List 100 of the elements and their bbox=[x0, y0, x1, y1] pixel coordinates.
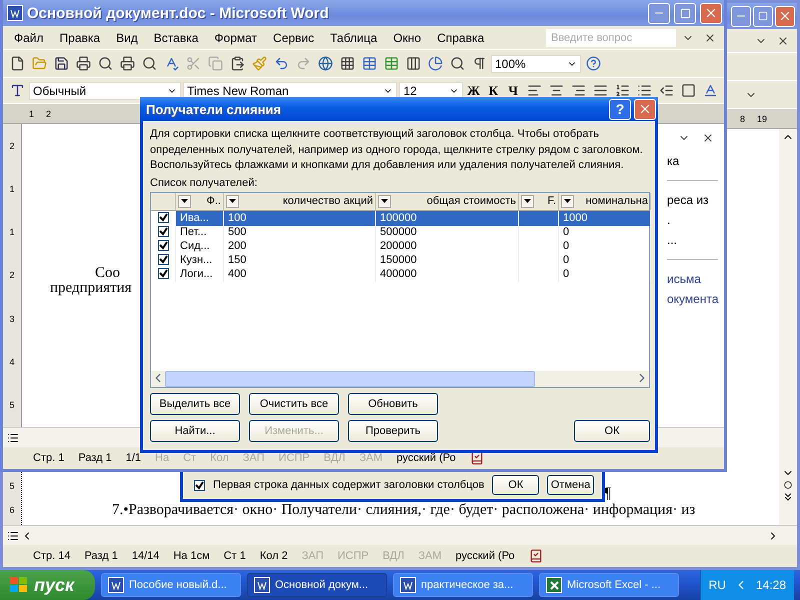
table-cell: 200000 bbox=[376, 238, 519, 254]
menu-item[interactable]: Вид bbox=[109, 28, 145, 46]
ruler-number: 2 bbox=[9, 140, 14, 151]
book-icon bbox=[470, 451, 484, 465]
recipient-row[interactable]: Сид... 200 200000 0 bbox=[151, 238, 649, 252]
column-header[interactable]: Ф.. bbox=[176, 192, 224, 210]
horizontal-scrollbar[interactable] bbox=[151, 370, 649, 386]
restore-button[interactable] bbox=[753, 6, 773, 26]
checkbox[interactable] bbox=[194, 480, 205, 490]
checkbox[interactable] bbox=[158, 226, 169, 236]
list-label: Список получателей: bbox=[150, 176, 258, 188]
document-icon bbox=[254, 577, 270, 593]
close-icon bbox=[778, 9, 792, 23]
dialog-button[interactable]: Найти... bbox=[150, 420, 240, 442]
dialog-button[interactable]: Проверить bbox=[348, 420, 438, 442]
dialog-button[interactable]: Выделить все bbox=[150, 392, 240, 414]
menu-item[interactable]: Сервис bbox=[266, 28, 322, 46]
task-link[interactable]: исьма bbox=[667, 272, 718, 286]
task-link[interactable]: окумента bbox=[667, 292, 718, 306]
minimize-button[interactable] bbox=[648, 2, 670, 24]
recipient-row[interactable]: Логи... 400 400000 0 bbox=[151, 266, 649, 280]
close-button[interactable] bbox=[700, 2, 722, 24]
menu-item[interactable]: Таблица bbox=[323, 28, 384, 46]
start-button[interactable]: пуск bbox=[0, 570, 95, 600]
ok-button[interactable]: ОК bbox=[574, 420, 650, 442]
format-button[interactable]: Ч bbox=[504, 80, 522, 100]
help-search-field[interactable]: Введите вопрос bbox=[546, 28, 676, 46]
clock: 14:28 bbox=[756, 578, 786, 592]
task-text: ка bbox=[667, 154, 680, 168]
column-header[interactable]: количество акций bbox=[224, 192, 376, 210]
checkbox[interactable] bbox=[158, 212, 169, 222]
taskbar-button[interactable]: Microsoft Excel - ... bbox=[539, 573, 679, 597]
table-cell: Логи... bbox=[176, 266, 224, 282]
status-text: русский (Ро bbox=[396, 452, 456, 464]
dialog-button[interactable]: ОК bbox=[492, 474, 540, 494]
minimize-button[interactable] bbox=[731, 6, 751, 26]
taskbar-button[interactable]: Основной докум... bbox=[247, 573, 387, 597]
dropdown-icon bbox=[178, 194, 191, 208]
table-cell: 150000 bbox=[376, 252, 519, 268]
recipient-row[interactable]: Кузн... 150 150000 0 bbox=[151, 252, 649, 266]
style-dropdown[interactable]: Обычный bbox=[29, 82, 182, 100]
recipient-row[interactable]: Пет... 500 500000 0 bbox=[151, 224, 649, 238]
menu-item[interactable]: Вставка bbox=[146, 28, 206, 46]
format-button[interactable]: Ж bbox=[464, 80, 482, 100]
taskbar-button[interactable]: практическое за... bbox=[393, 573, 533, 597]
table-cell bbox=[519, 210, 559, 226]
restore-icon bbox=[758, 11, 768, 21]
horizontal-scrollbar[interactable] bbox=[3, 525, 797, 545]
checkbox[interactable] bbox=[158, 268, 169, 278]
status-text: Стр. 14 bbox=[33, 550, 70, 562]
checkbox[interactable] bbox=[158, 240, 169, 250]
maximize-icon bbox=[680, 8, 690, 18]
double-arrow-icon bbox=[782, 491, 794, 503]
column-header[interactable]: F. bbox=[519, 192, 559, 210]
status-text: ЗАП bbox=[242, 452, 265, 464]
status-text: Кол 2 bbox=[260, 550, 288, 562]
taskbar-button[interactable]: Пособие новый.d... bbox=[101, 573, 241, 597]
close-button[interactable] bbox=[775, 6, 795, 26]
dropdown-icon bbox=[226, 194, 239, 208]
dialog-button[interactable]: Обновить bbox=[348, 392, 438, 414]
column-header[interactable]: общая стоимость bbox=[376, 192, 519, 210]
dialog-button[interactable]: Отмена bbox=[547, 474, 594, 494]
window-title: Основной документ.doc - Microsoft Word bbox=[27, 4, 330, 22]
status-text: На bbox=[155, 452, 170, 464]
menu-item[interactable]: Справка bbox=[430, 28, 492, 46]
ruler-number: 5 bbox=[9, 481, 14, 491]
table-cell: Ива... bbox=[176, 210, 224, 226]
table-cell: 0 bbox=[559, 266, 651, 282]
document-text: предприятия bbox=[50, 281, 132, 296]
menu-item[interactable]: Окно bbox=[386, 28, 428, 46]
close-button[interactable] bbox=[634, 98, 656, 120]
column-header[interactable]: номинальна bbox=[559, 192, 651, 210]
help-button[interactable]: ? bbox=[609, 98, 631, 120]
menu-item[interactable]: Файл bbox=[7, 28, 51, 46]
dialog-title: Получатели слияния bbox=[146, 102, 282, 116]
document-text: Соо bbox=[95, 266, 120, 281]
status-text: Кол bbox=[210, 452, 229, 464]
checkbox[interactable] bbox=[158, 254, 169, 264]
ruler-number: 1 bbox=[9, 184, 14, 194]
status-text: ЗАМ bbox=[359, 452, 383, 464]
ruler-number: 4 bbox=[9, 357, 14, 368]
menu-item[interactable]: Правка bbox=[52, 28, 108, 46]
ruler-number: 5 bbox=[9, 400, 14, 410]
status-text: На 1см bbox=[173, 550, 210, 562]
dialog-button[interactable]: Очистить все bbox=[249, 392, 339, 414]
format-button[interactable]: К bbox=[484, 80, 502, 100]
status-text: ЗАМ bbox=[418, 550, 442, 562]
dropdown-icon bbox=[561, 194, 574, 208]
zoom-dropdown[interactable]: 100% bbox=[491, 54, 581, 72]
menu-item[interactable]: Формат bbox=[207, 28, 264, 46]
status-text: ВДЛ bbox=[382, 550, 404, 562]
status-text: Ст 1 bbox=[224, 550, 246, 562]
vertical-scrollbar[interactable] bbox=[779, 129, 797, 525]
status-text: ВДЛ bbox=[324, 452, 346, 464]
maximize-button[interactable] bbox=[674, 2, 696, 24]
status-text: русский (Ро bbox=[456, 550, 515, 562]
ruler-number: 3 bbox=[9, 314, 14, 324]
recipient-row[interactable]: Ива... 100 100000 1000 bbox=[151, 210, 649, 224]
status-text: Разд 1 bbox=[84, 550, 118, 562]
instructions-text: Для сортировки списка щелкните соответствующий заголовок столбца. Чтобы отобрать определенных получателей, например из одного города, щелкните стрелку рядом с заголовком. Воспользуйтесь флажками и кнопками для добавления или удаления получателей слияния. bbox=[150, 127, 644, 173]
